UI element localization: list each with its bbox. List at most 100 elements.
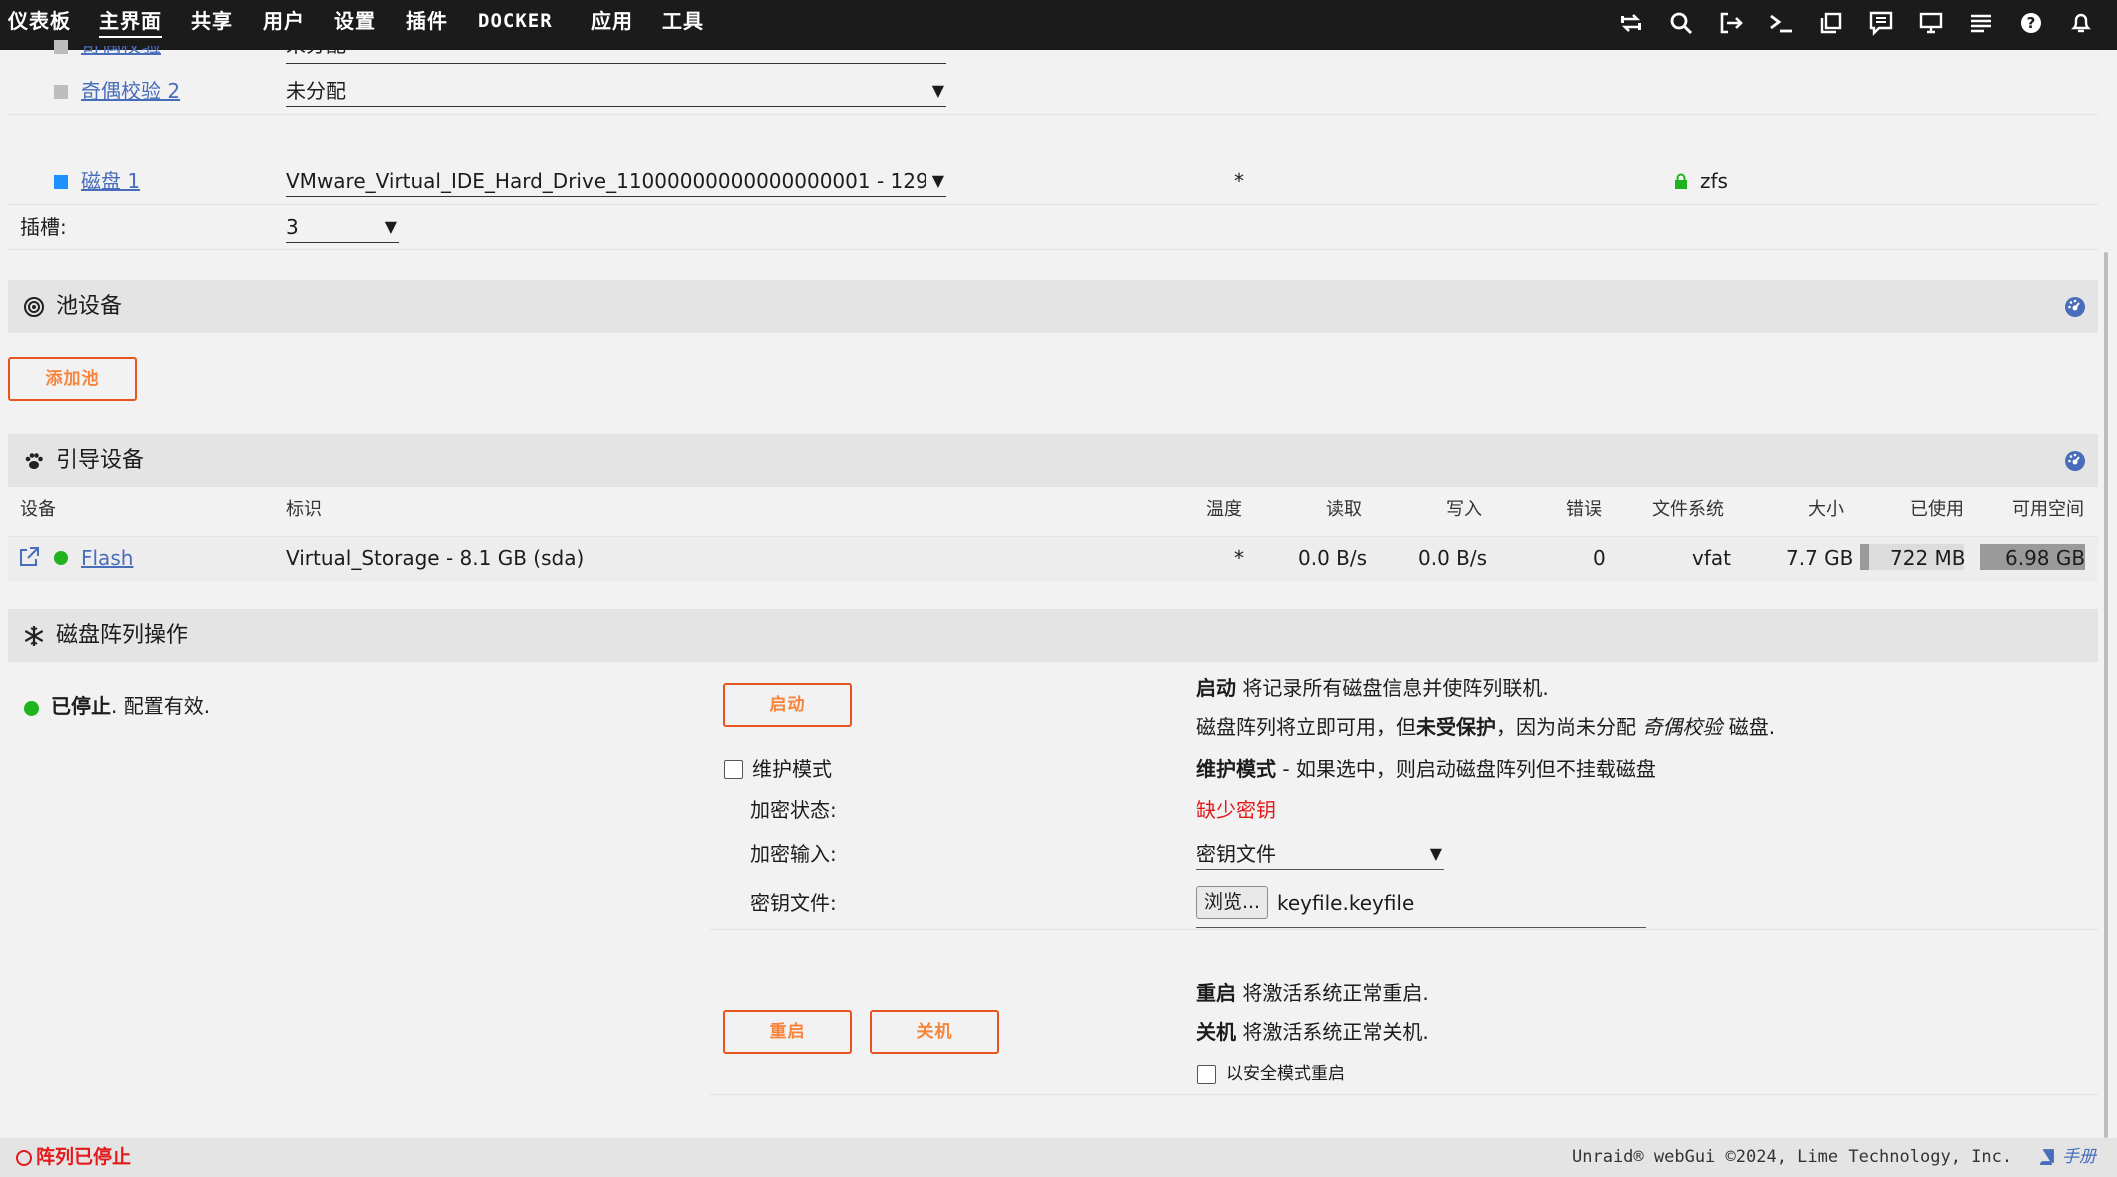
shutdown-desc-bold: 关机 (1196, 1020, 1236, 1044)
col-reads: 读取 (1326, 499, 1362, 520)
pool-devices-title: 池设备 (56, 294, 123, 319)
boot-device-title: 引导设备 (56, 448, 145, 473)
status-indicator (54, 40, 68, 54)
row-divider (710, 929, 2098, 930)
flash-errors: 0 (1593, 546, 1606, 570)
warn-bold: 未受保护 (1416, 715, 1496, 739)
array-status-text: 已停止. 配置有效. (51, 693, 210, 719)
col-filesystem: 文件系统 (1652, 499, 1724, 520)
dropdown-arrow-icon: ▼ (384, 217, 397, 236)
parity2-status-icon (54, 85, 68, 99)
dashboard-gauge-icon[interactable] (2064, 450, 2086, 472)
manual-book-icon (2040, 1149, 2054, 1167)
disk1-select[interactable]: VMware_Virtual_IDE_Hard_Drive_1100000000… (286, 166, 946, 197)
maintenance-mode-checkbox[interactable] (724, 760, 743, 779)
search-icon[interactable] (1666, 8, 1696, 38)
slots-select[interactable]: 3 ▼ (286, 212, 399, 243)
disk1-link[interactable]: 磁盘 1 (81, 168, 140, 194)
copyright-text: Unraid® webGui ©2024, Lime Technology, I… (1572, 1147, 2013, 1167)
warn-suffix: 磁盘. (1722, 715, 1776, 739)
display-icon[interactable] (1916, 8, 1946, 38)
nav-dashboard[interactable]: 仪表板 (8, 8, 71, 36)
maintenance-desc-rest: - 如果选中，则启动磁盘阵列但不挂载磁盘 (1276, 757, 1656, 781)
used-bar-fill (1860, 544, 1869, 570)
scrollbar[interactable] (2104, 252, 2108, 1138)
add-pool-button[interactable]: 添加池 (8, 357, 137, 401)
shutdown-desc-rest: 将激活系统正常关机. (1236, 1020, 1429, 1044)
parity2-select[interactable]: 未分配 ▼ (286, 76, 946, 107)
disk1-status-icon (54, 175, 68, 189)
nav-apps[interactable]: 应用 (591, 8, 633, 36)
col-temp: 温度 (1206, 499, 1242, 520)
maintenance-description: 维护模式 - 如果选中，则启动磁盘阵列但不挂载磁盘 (1196, 756, 1656, 782)
main-content: 奇偶校验 未分配 奇偶校验 2 未分配 ▼ 磁盘 1 VMware_Virtua… (0, 40, 2117, 1138)
logout-icon[interactable] (1716, 8, 1746, 38)
safe-mode-checkbox[interactable] (1197, 1065, 1216, 1084)
nav-settings[interactable]: 设置 (334, 8, 376, 36)
external-link-icon[interactable] (18, 546, 40, 568)
flash-reads: 0.0 B/s (1298, 546, 1368, 570)
reboot-button[interactable]: 重启 (723, 1010, 852, 1054)
col-identification: 标识 (286, 499, 322, 520)
online-status-icon (54, 551, 68, 565)
safe-mode-label: 以安全模式重启 (1226, 1064, 1345, 1084)
log-icon[interactable] (1966, 8, 1996, 38)
browse-button[interactable]: 浏览... (1196, 886, 1268, 919)
slots-label: 插槽: (20, 215, 67, 239)
terminal-icon[interactable] (1766, 8, 1796, 38)
dashboard-gauge-icon[interactable] (2064, 296, 2086, 318)
encryption-input-select[interactable]: 密钥文件 ▼ (1196, 839, 1444, 870)
pool-devices-header: 池设备 (8, 280, 2098, 333)
flash-device-link[interactable]: Flash (81, 545, 133, 571)
snowflake-icon (22, 624, 46, 648)
row-divider (710, 1094, 2098, 1095)
parity2-link[interactable]: 奇偶校验 2 (81, 78, 180, 104)
nav-docker[interactable]: DOCKER (478, 8, 553, 36)
encryption-status-label: 加密状态: (750, 798, 837, 822)
help-icon[interactable]: ? (2016, 8, 2046, 38)
windows-icon[interactable] (1816, 8, 1846, 38)
start-button[interactable]: 启动 (723, 683, 852, 727)
keyfile-underline (1196, 927, 1646, 928)
maintenance-mode-label: 维护模式 (752, 757, 832, 781)
flash-identification: Virtual_Storage - 8.1 GB (sda) (286, 546, 585, 570)
warn-italic: 奇偶校验 (1642, 715, 1723, 739)
flash-free: 6.98 GB (2005, 546, 2086, 570)
dropdown-arrow-icon: ▼ (931, 171, 944, 190)
nav-users[interactable]: 用户 (263, 8, 305, 36)
select-underline (286, 63, 946, 64)
encryption-status-value: 缺少密钥 (1196, 798, 1276, 822)
boot-device-header: 引导设备 (8, 434, 2098, 487)
flash-writes: 0.0 B/s (1418, 546, 1488, 570)
array-stopped-status: 阵列已停止 (36, 1146, 132, 1168)
unprotected-warning: 磁盘阵列将立即可用，但未受保护，因为尚未分配 奇偶校验 磁盘. (1196, 714, 1775, 740)
disk1-select-value: VMware_Virtual_IDE_Hard_Drive_1100000000… (286, 169, 926, 193)
stopped-status-icon (16, 1150, 32, 1166)
manual-link[interactable]: 手册 (2062, 1144, 2096, 1170)
array-status-bold: 已停止 (51, 694, 111, 718)
disk1-filesystem: zfs (1700, 169, 1728, 193)
nav-tools[interactable]: 工具 (662, 8, 704, 36)
switch-icon[interactable] (1616, 8, 1646, 38)
reboot-description: 重启 将激活系统正常重启. (1196, 980, 1429, 1006)
feedback-icon[interactable] (1866, 8, 1896, 38)
nav-main[interactable]: 主界面 (99, 8, 162, 38)
dropdown-arrow-icon: ▼ (1429, 844, 1442, 863)
row-divider (8, 114, 2098, 115)
warn-mid: ，因为尚未分配 (1496, 715, 1643, 739)
row-divider (8, 204, 2098, 205)
col-errors: 错误 (1566, 499, 1602, 520)
dropdown-arrow-icon: ▼ (931, 81, 944, 100)
col-size: 大小 (1808, 499, 1844, 520)
shutdown-button[interactable]: 关机 (870, 1010, 999, 1054)
warn-prefix: 磁盘阵列将立即可用，但 (1196, 715, 1416, 739)
lock-icon (1674, 173, 1688, 189)
keyfile-value: keyfile.keyfile (1277, 891, 1415, 915)
nav-plugins[interactable]: 插件 (406, 8, 448, 36)
array-status-rest: . 配置有效. (111, 694, 211, 718)
bell-icon[interactable] (2066, 8, 2096, 38)
footer: 阵列已停止 Unraid® webGui ©2024, Lime Technol… (0, 1138, 2117, 1177)
nav-shares[interactable]: 共享 (191, 8, 233, 36)
flash-used: 722 MB (1890, 546, 1966, 570)
start-desc-rest: 将记录所有磁盘信息并使阵列联机. (1236, 676, 1549, 700)
